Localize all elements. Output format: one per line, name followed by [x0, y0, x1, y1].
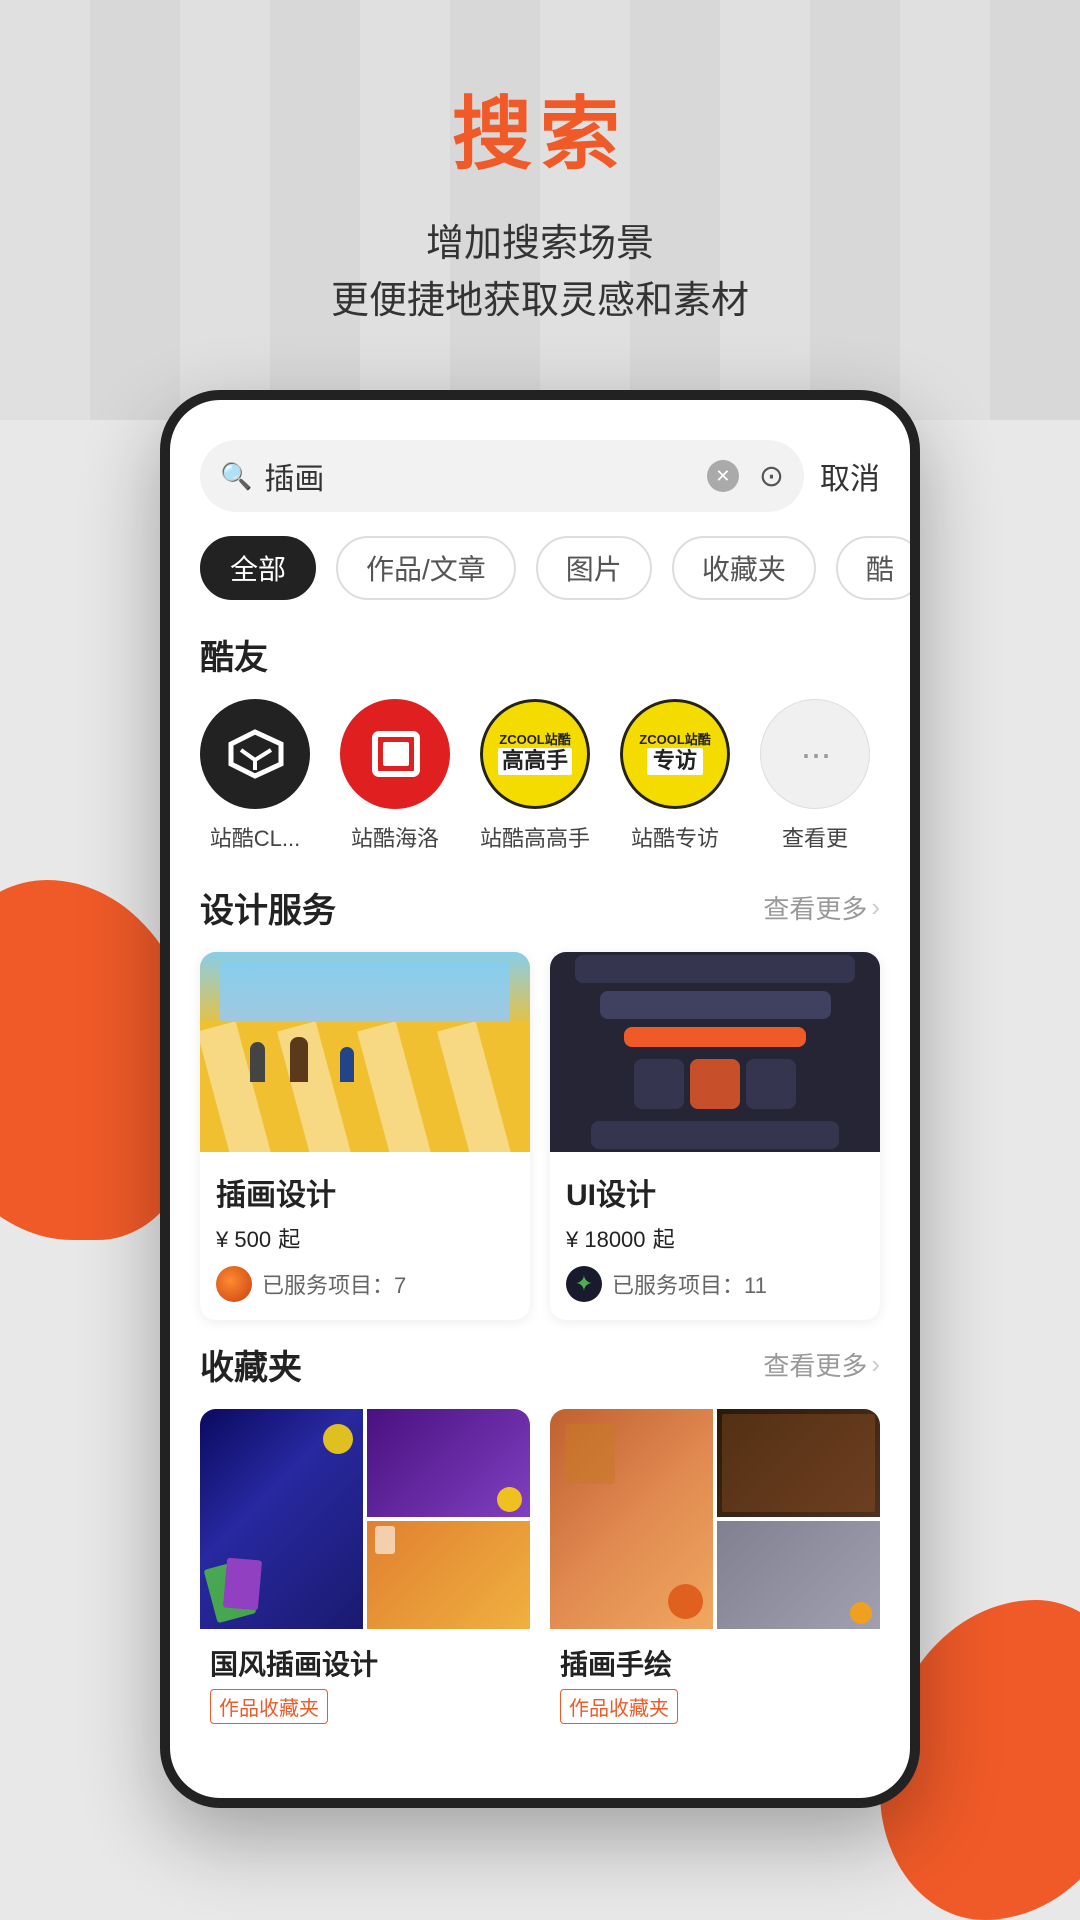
ui-price: ¥ 18000 起 [566, 1222, 864, 1254]
more-dots-icon: ··· [800, 733, 830, 775]
friend-name-more: 查看更 [782, 821, 848, 853]
collection-tag-shouhui: 作品收藏夹 [560, 1689, 678, 1724]
collection-grid-item-4 [550, 1409, 713, 1629]
collection-grid-guofeng [200, 1409, 530, 1629]
friend-avatar-gaoshou: ZCOOL站酷 高高手 [480, 699, 590, 809]
friends-section-title: 酷友 [200, 630, 268, 679]
design-service-header: 设计服务 查看更多 › [200, 883, 880, 932]
service-card-illustration[interactable]: 插画设计 ¥ 500 起 已服务项目：7 [200, 952, 530, 1320]
phone-mockup: 🔍 插画 ✕ ⊙ 取消 全部 作品/文章 图片 收藏夹 酷 酷友 [160, 390, 920, 1808]
collection-grid-item-2 [367, 1409, 530, 1517]
collection-name-guofeng: 国风插画设计 [210, 1643, 520, 1683]
illustration-card-image [200, 952, 530, 1152]
tab-more[interactable]: 酷 [836, 536, 910, 600]
friend-item-cl[interactable]: 站酷CL... [200, 699, 310, 853]
collection-grid-item-5 [717, 1409, 880, 1517]
friend-item-hailuo[interactable]: 站酷海洛 [340, 699, 450, 853]
page-title: 搜索 [0, 70, 1080, 186]
friend-name-hailuo: 站酷海洛 [351, 821, 439, 853]
friend-avatar-zhuanfang: ZCOOL站酷 专访 [620, 699, 730, 809]
friend-avatar-more: ··· [760, 699, 870, 809]
cancel-button[interactable]: 取消 [820, 454, 880, 498]
collection-info-shouhui: 插画手绘 作品收藏夹 [550, 1629, 880, 1738]
design-service-section: 设计服务 查看更多 › [170, 883, 910, 1320]
service-cards: 插画设计 ¥ 500 起 已服务项目：7 [200, 952, 880, 1320]
tab-works[interactable]: 作品/文章 [336, 536, 516, 600]
more-arrow-icon: › [871, 892, 880, 923]
friend-avatar-cl [200, 699, 310, 809]
collections-title: 收藏夹 [200, 1340, 302, 1389]
search-input[interactable]: 插画 [264, 454, 694, 498]
search-bar[interactable]: 🔍 插画 ✕ ⊙ [200, 440, 804, 512]
friend-item-zhuanfang[interactable]: ZCOOL站酷 专访 站酷专访 [620, 699, 730, 853]
ui-card-image [550, 952, 880, 1152]
camera-icon[interactable]: ⊙ [759, 459, 784, 494]
illustration-price: ¥ 500 起 [216, 1222, 514, 1254]
friends-row: 站酷CL... 站酷海洛 ZCOOL站酷 高高手 [200, 699, 880, 863]
service-card-ui[interactable]: UI设计 ¥ 18000 起 ✦ 已服务项目：11 [550, 952, 880, 1320]
header: 搜索 增加搜索场景 更便捷地获取灵感和素材 [0, 0, 1080, 330]
collections-header: 收藏夹 查看更多 › [200, 1340, 880, 1389]
collections-section: 收藏夹 查看更多 › [170, 1340, 910, 1738]
collection-card-guofeng[interactable]: 国风插画设计 作品收藏夹 [200, 1409, 530, 1738]
ui-meta-text: 已服务项目：11 [612, 1268, 767, 1300]
tab-images[interactable]: 图片 [536, 536, 652, 600]
friend-item-more[interactable]: ··· 查看更 [760, 699, 870, 853]
page-subtitle: 增加搜索场景 更便捷地获取灵感和素材 [0, 216, 1080, 330]
friend-name-zhuanfang: 站酷专访 [631, 821, 719, 853]
friend-item-gaoshou[interactable]: ZCOOL站酷 高高手 站酷高高手 [480, 699, 590, 853]
ui-title: UI设计 [566, 1170, 864, 1214]
friends-section-header: 酷友 [200, 630, 880, 679]
collections-more[interactable]: 查看更多 › [763, 1346, 880, 1383]
star-icon: ✦ [575, 1271, 593, 1297]
collection-grid-item-1 [200, 1409, 363, 1629]
collection-card-shouhui[interactable]: 插画手绘 作品收藏夹 [550, 1409, 880, 1738]
design-service-more[interactable]: 查看更多 › [763, 889, 880, 926]
collections-more-arrow: › [871, 1349, 880, 1380]
ui-card-body: UI设计 ¥ 18000 起 ✦ 已服务项目：11 [550, 1152, 880, 1320]
illustration-card-body: 插画设计 ¥ 500 起 已服务项目：7 [200, 1152, 530, 1320]
friend-avatar-hailuo [340, 699, 450, 809]
collection-cards: 国风插画设计 作品收藏夹 [200, 1409, 880, 1738]
illustration-meta: 已服务项目：7 [216, 1266, 514, 1302]
tab-folders[interactable]: 收藏夹 [672, 536, 816, 600]
friend-name-cl: 站酷CL... [210, 821, 300, 853]
friend-name-gaoshou: 站酷高高手 [480, 821, 590, 853]
tab-all[interactable]: 全部 [200, 536, 316, 600]
filter-tabs: 全部 作品/文章 图片 收藏夹 酷 [170, 536, 910, 600]
ui-avatar: ✦ [566, 1266, 602, 1302]
illustration-avatar [216, 1266, 252, 1302]
collection-name-shouhui: 插画手绘 [560, 1643, 870, 1683]
collection-grid-shouhui [550, 1409, 880, 1629]
collection-grid-item-6 [717, 1521, 880, 1629]
collection-grid-item-3 [367, 1521, 530, 1629]
illustration-meta-text: 已服务项目：7 [262, 1268, 406, 1300]
illustration-title: 插画设计 [216, 1170, 514, 1214]
collection-tag-guofeng: 作品收藏夹 [210, 1689, 328, 1724]
design-service-title: 设计服务 [200, 883, 336, 932]
friends-section: 酷友 站酷CL... [170, 630, 910, 863]
clear-button[interactable]: ✕ [707, 460, 739, 492]
ui-meta: ✦ 已服务项目：11 [566, 1266, 864, 1302]
collection-info-guofeng: 国风插画设计 作品收藏夹 [200, 1629, 530, 1738]
search-icon: 🔍 [220, 461, 252, 492]
search-bar-container: 🔍 插画 ✕ ⊙ 取消 [170, 440, 910, 512]
